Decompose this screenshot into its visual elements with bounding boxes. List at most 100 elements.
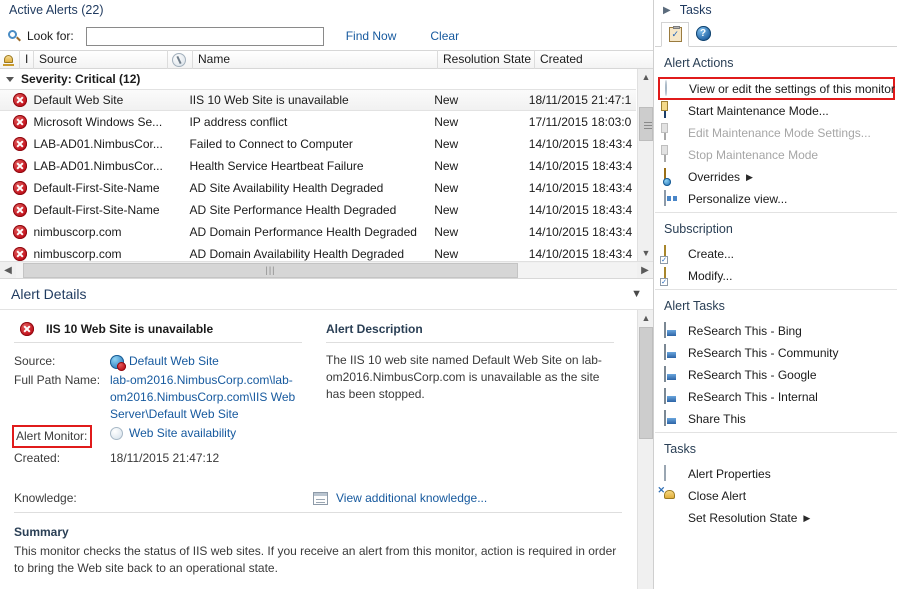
maintenance-edit-icon [664,124,680,141]
task-item-label: ReSearch This - Google [688,368,817,382]
task-item[interactable]: ReSearch This - Google [655,364,897,386]
view-additional-knowledge-link[interactable]: View additional knowledge... [336,491,487,505]
alert-properties-icon [664,465,680,482]
chevron-right-icon[interactable]: ▶ [663,5,671,16]
task-item[interactable]: Alert Properties [655,463,897,485]
table-row[interactable]: LAB-AD01.NimbusCor... Failed to Connect t… [0,133,636,155]
task-item[interactable]: View or edit the settings of this monito… [658,77,895,100]
scroll-left-button[interactable]: ◀ [0,265,16,276]
task-item: Stop Maintenance Mode [655,144,897,166]
detail-field-value[interactable]: lab-om2016.NimbusCorp.com\lab-om2016.Nim… [110,370,302,423]
row-created: 14/10/2015 18:43:4 [528,181,633,195]
row-severity-icon [0,137,33,152]
clear-button[interactable]: Clear [430,29,459,43]
task-item[interactable]: Share This [655,408,897,430]
research-icon [664,322,680,339]
task-item-label: Personalize view... [688,192,788,206]
row-created: 14/10/2015 18:43:4 [528,225,633,239]
detail-field-key: Alert Monitor: [12,423,110,448]
task-item[interactable]: Close Alert [655,485,897,507]
alert-details-vscrollbar[interactable]: ▲ [637,310,653,589]
table-row[interactable]: Default-First-Site-Name AD Site Availabil… [0,177,636,199]
group-header-severity-critical[interactable]: Severity: Critical (12) [0,69,636,89]
table-row[interactable]: LAB-AD01.NimbusCor... Health Service Hear… [0,155,636,177]
row-source: Microsoft Windows Se... [33,115,163,129]
search-icon [8,29,21,43]
details-scroll-up-button[interactable]: ▲ [638,310,653,326]
task-section-heading: Tasks [664,442,696,456]
overrides-icon [664,168,680,185]
column-header-resolution-state[interactable]: Resolution State [438,50,535,69]
task-item-label: ReSearch This - Community [688,346,839,360]
research-icon [664,388,680,405]
find-now-button[interactable]: Find Now [346,29,397,43]
table-row[interactable]: Default Web Site IIS 10 Web Site is unava… [0,89,636,111]
table-row[interactable]: Microsoft Windows Se... IP address confli… [0,111,636,133]
close-alert-icon [664,488,680,504]
row-source: LAB-AD01.NimbusCor... [33,137,163,151]
details-scroll-thumb[interactable] [639,327,653,439]
view-title: Active Alerts (22) [9,3,104,17]
tab-tasks[interactable] [661,22,689,47]
table-row[interactable]: nimbuscorp.com AD Domain Availability Hea… [0,243,636,261]
detail-field-value[interactable]: Default Web Site [110,351,219,371]
task-item[interactable]: ReSearch This - Community [655,342,897,364]
expand-collapse-icon[interactable] [6,77,14,82]
task-item[interactable]: Create... [655,243,897,265]
column-header-monitor[interactable] [168,50,193,69]
column-headers: I Source Name Resolution State Created [0,50,653,69]
column-header-name[interactable]: Name [193,50,438,69]
row-source: Default Web Site [33,93,124,107]
chevron-down-icon[interactable]: ▼ [631,288,642,300]
detail-field: Created: 18/11/2015 21:47:12 [14,448,302,467]
scroll-up-button[interactable]: ▲ [638,69,653,85]
hscroll-thumb[interactable]: ||| [23,262,518,278]
detail-field-value[interactable]: Web Site availability [110,423,236,448]
task-section-heading: Alert Actions [664,56,734,70]
web-site-error-icon [110,354,126,371]
search-input[interactable] [85,26,324,46]
task-item[interactable]: Modify... [655,265,897,287]
alerts-list-hscrollbar[interactable]: ◀ ||| ▶ [0,261,653,278]
task-item-label: Overrides [688,170,741,184]
task-item[interactable]: Start Maintenance Mode... [655,100,897,122]
row-resolution-state: New [434,115,459,129]
task-item[interactable]: Overrides ▶ [655,166,897,188]
task-item-label: Edit Maintenance Mode Settings... [688,126,871,140]
task-item[interactable]: Personalize view... [655,188,897,210]
task-item[interactable]: ReSearch This - Bing [655,320,897,342]
column-header-created[interactable]: Created [535,50,636,69]
alert-details-title: Alert Details [11,286,87,302]
row-source: nimbuscorp.com [33,225,122,239]
research-icon [664,344,680,361]
critical-icon [20,322,34,336]
subscription-create-icon [664,245,680,262]
scroll-thumb[interactable] [639,107,653,141]
table-row[interactable]: Default-First-Site-Name AD Site Performan… [0,199,636,221]
knowledge-label: Knowledge: [14,491,77,505]
application-window: Active Alerts (22) Look for: Find Now Cl… [0,0,897,589]
row-name: AD Domain Availability Health Degraded [189,247,405,261]
row-resolution-state: New [434,93,459,107]
alert-details-header: Alert Details ▼ [0,278,653,310]
tasks-pane-header[interactable]: ▶ Tasks [655,0,897,20]
scroll-right-button[interactable]: ▶ [637,265,653,276]
task-item[interactable]: ReSearch This - Internal [655,386,897,408]
column-header-severity[interactable] [0,50,20,69]
tab-help[interactable]: ? [689,21,717,46]
alerts-list-vscrollbar[interactable]: ▲ ▼ [637,69,653,261]
column-header-source[interactable]: Source [34,50,168,69]
summary-text: This monitor checks the status of IIS we… [14,544,617,575]
detail-field: Full Path Name: lab-om2016.NimbusCorp.com… [14,370,302,423]
row-source: nimbuscorp.com [33,247,122,261]
row-created: 14/10/2015 18:43:4 [528,247,633,261]
row-severity-icon [0,225,33,240]
table-row[interactable]: nimbuscorp.com AD Domain Performance Heal… [0,221,636,243]
active-alerts-pane: Active Alerts (22) Look for: Find Now Cl… [0,0,654,589]
task-item-label: View or edit the settings of this monito… [689,81,895,96]
column-header-i[interactable]: I [20,50,34,69]
task-item[interactable]: Set Resolution State ▶ [655,507,897,529]
find-bar: Look for: Find Now Clear [0,22,653,50]
hscroll-track[interactable]: ||| [16,262,637,278]
scroll-down-button[interactable]: ▼ [638,245,653,261]
